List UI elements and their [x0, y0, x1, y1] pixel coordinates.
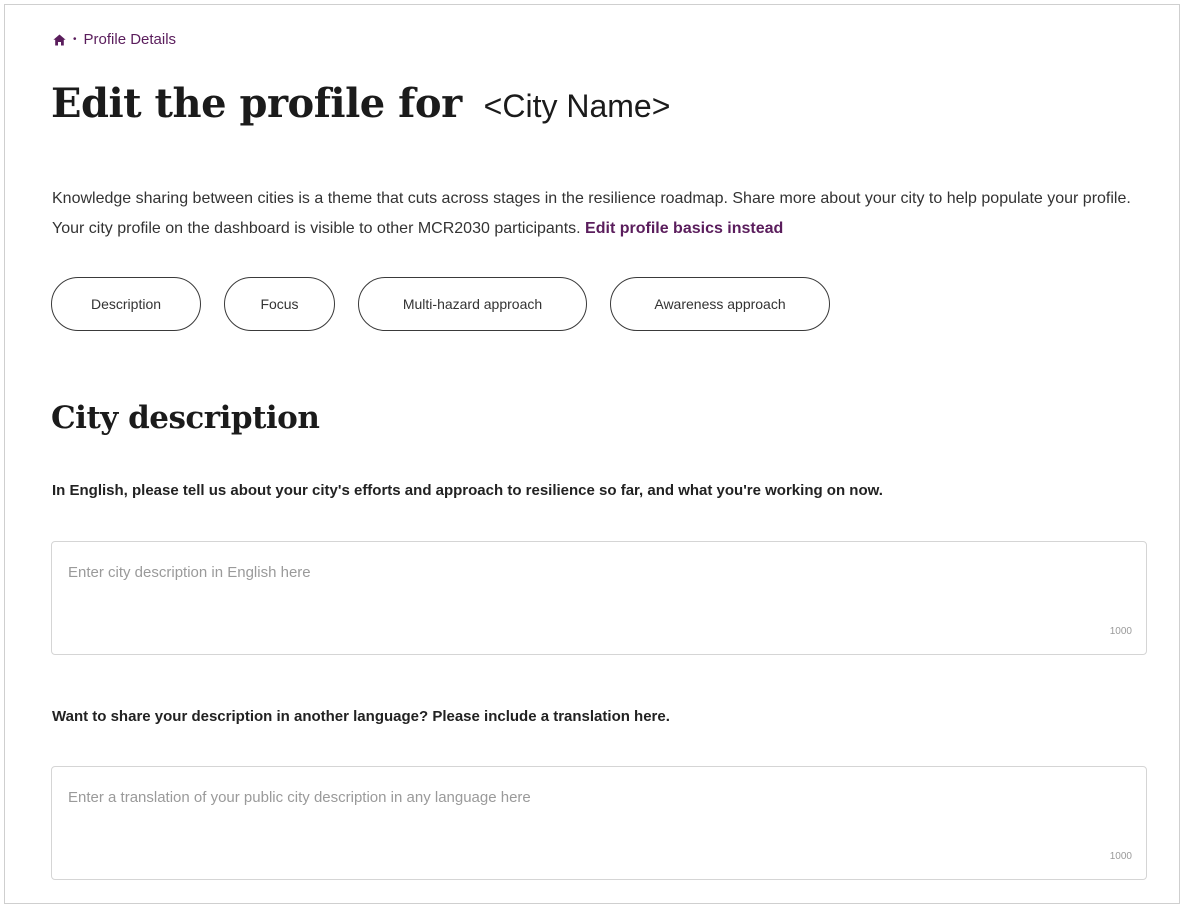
section-title: City description: [51, 400, 320, 436]
chip-focus[interactable]: Focus: [224, 277, 335, 331]
page-title-text: Edit the profile for: [51, 80, 462, 127]
city-name-placeholder: <City Name>: [483, 88, 671, 124]
english-description-label: In English, please tell us about your ci…: [52, 482, 883, 499]
english-description-input[interactable]: [52, 542, 1146, 654]
chip-multi-hazard-approach[interactable]: Multi-hazard approach: [358, 277, 587, 331]
translation-field: 1000: [51, 766, 1147, 880]
page-title: Edit the profile for <City Name>: [51, 80, 670, 127]
intro-paragraph: Knowledge sharing between cities is a th…: [52, 184, 1132, 244]
home-icon[interactable]: [53, 34, 66, 46]
breadcrumb: • Profile Details: [53, 31, 176, 48]
breadcrumb-current[interactable]: Profile Details: [84, 31, 177, 48]
english-description-field: 1000: [51, 541, 1147, 655]
english-description-counter: 1000: [1109, 626, 1132, 637]
breadcrumb-separator: •: [73, 34, 77, 45]
chip-description[interactable]: Description: [51, 277, 201, 331]
translation-input[interactable]: [52, 767, 1146, 879]
chip-awareness-approach[interactable]: Awareness approach: [610, 277, 830, 331]
edit-profile-basics-link[interactable]: Edit profile basics instead: [585, 220, 783, 237]
translation-label: Want to share your description in anothe…: [52, 708, 670, 725]
translation-counter: 1000: [1109, 851, 1132, 862]
